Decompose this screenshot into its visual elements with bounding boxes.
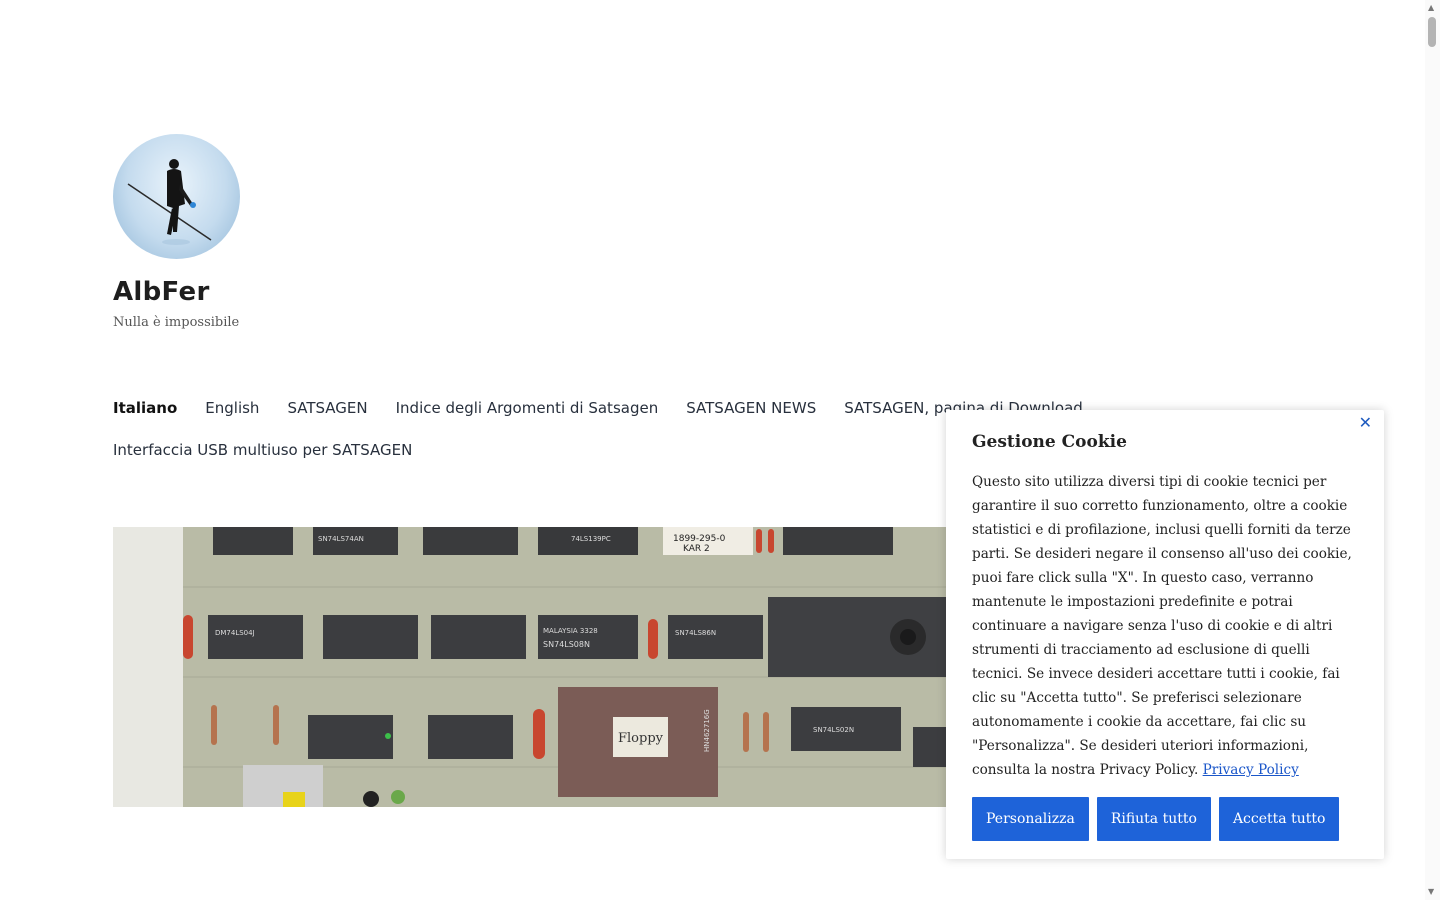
scroll-up-arrow-icon[interactable]: ▲ <box>1428 4 1434 12</box>
menu-item-satsagen-news[interactable]: SATSAGEN NEWS <box>686 399 816 417</box>
chip-label: SN74LS08N <box>543 640 590 649</box>
menu-item-italiano[interactable]: Italiano <box>113 399 177 417</box>
chip-label: MALAYSIA 3328 <box>543 627 598 635</box>
page-scrollbar[interactable]: ▲ ▼ <box>1425 0 1440 900</box>
circuit-board-photo: SN74LS74AN 74LS139PC 1899-295-0 KAR 2 DM… <box>113 527 1013 807</box>
cookie-dialog-text: Questo sito utilizza diversi tipi di coo… <box>972 470 1358 782</box>
site-logo-avatar[interactable] <box>113 134 240 259</box>
chip-label: SN74LS74AN <box>318 535 364 543</box>
cookie-description: Questo sito utilizza diversi tipi di coo… <box>972 474 1352 778</box>
scroll-down-arrow-icon[interactable]: ▼ <box>1428 888 1434 896</box>
site-title[interactable]: AlbFer <box>113 277 240 307</box>
customize-button[interactable]: Personalizza <box>972 797 1089 841</box>
accept-all-button[interactable]: Accetta tutto <box>1218 797 1340 841</box>
header-banner-image: SN74LS74AN 74LS139PC 1899-295-0 KAR 2 DM… <box>113 527 1013 807</box>
chip-label: KAR 2 <box>683 544 710 554</box>
menu-item-satsagen[interactable]: SATSAGEN <box>287 399 367 417</box>
close-icon[interactable]: ✕ <box>1359 413 1372 432</box>
chip-label: DM74LS04J <box>215 629 255 637</box>
cookie-consent-dialog: ✕ Gestione Cookie Questo sito utilizza d… <box>946 410 1384 859</box>
privacy-policy-link[interactable]: Privacy Policy <box>1203 762 1299 778</box>
chip-label: SN74LS86N <box>675 629 716 637</box>
menu-item-interfaccia-usb[interactable]: Interfaccia USB multiuso per SATSAGEN <box>113 441 412 459</box>
cookie-dialog-title: Gestione Cookie <box>972 432 1127 452</box>
chip-label: HN462716G <box>703 709 711 752</box>
chip-label: SN74LS02N <box>813 726 854 734</box>
reject-all-button[interactable]: Rifiuta tutto <box>1096 797 1211 841</box>
cookie-buttons: Personalizza Rifiuta tutto Accetta tutto <box>972 797 1358 841</box>
chip-label: Floppy <box>618 731 664 746</box>
menu-item-indice-argomenti[interactable]: Indice degli Argomenti di Satsagen <box>396 399 659 417</box>
site-header: AlbFer Nulla è impossibile <box>113 134 240 330</box>
chip-label: 74LS139PC <box>571 535 611 543</box>
chip-row-1: SN74LS74AN 74LS139PC 1899-295-0 KAR 2 <box>213 527 893 555</box>
walking-man-image <box>127 159 212 245</box>
menu-item-english[interactable]: English <box>205 399 259 417</box>
chip-label: 1899-295-0 <box>673 534 726 544</box>
site-tagline: Nulla è impossibile <box>113 315 240 330</box>
scroll-thumb[interactable] <box>1428 17 1436 47</box>
